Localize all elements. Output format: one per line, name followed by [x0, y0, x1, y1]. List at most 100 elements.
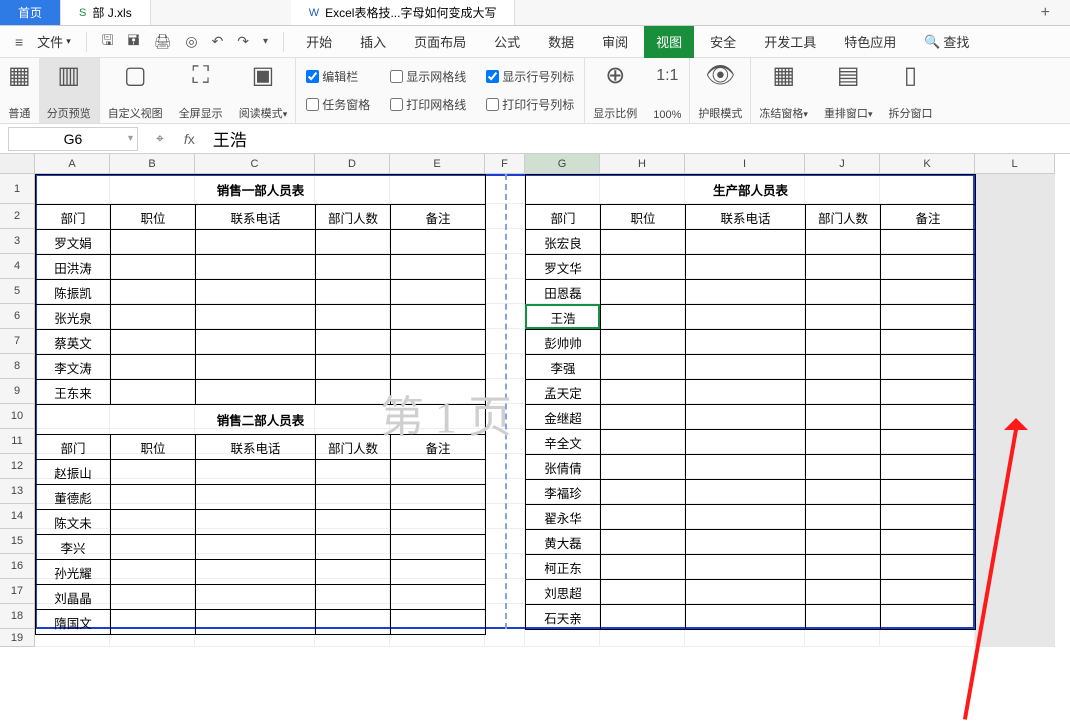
ribbon-checks-1: 编辑栏 任务窗格 — [296, 58, 380, 123]
row-header-2[interactable]: 2 — [0, 204, 35, 229]
grid-icon: ▦ — [8, 62, 31, 90]
chk-print[interactable]: 打印网格线 — [390, 96, 466, 113]
row-header-13[interactable]: 13 — [0, 479, 35, 504]
dropdown-icon[interactable]: ▾ — [258, 36, 273, 47]
row-headers: 12345678910111213141516171819 — [0, 174, 35, 647]
view-split[interactable]: ▯拆分窗口 — [880, 58, 940, 123]
col-header-E[interactable]: E — [390, 154, 485, 174]
col-header-J[interactable]: J — [805, 154, 880, 174]
row-header-9[interactable]: 9 — [0, 379, 35, 404]
rearrange-icon: ▤ — [837, 62, 860, 90]
save-icon[interactable]: 🖫 — [97, 30, 119, 54]
chk-rowcol[interactable]: 显示行号列标 — [486, 68, 574, 85]
grid[interactable]: 销售一部人员表部门职位联系电话部门人数备注罗文娟田洪涛陈振凯张光泉蔡英文李文涛王… — [35, 174, 1055, 647]
row-header-5[interactable]: 5 — [0, 279, 35, 304]
row-header-4[interactable]: 4 — [0, 254, 35, 279]
col-header-I[interactable]: I — [685, 154, 805, 174]
row-header-6[interactable]: 6 — [0, 304, 35, 329]
column-headers: ABCDEFGHIJKL — [35, 154, 1055, 174]
chk-task[interactable]: 任务窗格 — [306, 96, 370, 113]
view-pagebreak[interactable]: ▥分页预览 — [39, 58, 99, 123]
view-freeze[interactable]: ▦冻结窗格▾ — [751, 58, 816, 123]
redo-icon[interactable]: ↷ — [232, 33, 254, 50]
col-header-F[interactable]: F — [485, 154, 525, 174]
tab-add[interactable]: + — [1021, 0, 1070, 25]
ratio-icon: 1:1 — [656, 62, 678, 90]
view-zoom[interactable]: ⊕显示比例 — [585, 58, 645, 123]
row-header-14[interactable]: 14 — [0, 504, 35, 529]
chevron-down-icon: ▾ — [128, 133, 133, 144]
lookup-icon[interactable]: ⌖ — [146, 130, 174, 147]
menu-insert[interactable]: 插入 — [348, 26, 398, 58]
chk-grid[interactable]: 显示网格线 — [390, 68, 466, 85]
col-header-A[interactable]: A — [35, 154, 110, 174]
name-box-value: G6 — [64, 131, 83, 147]
row-header-15[interactable]: 15 — [0, 529, 35, 554]
tab-file-1-label: 部 J.xls — [92, 4, 131, 21]
main-menu: ≡ 文件▾ 🖫 🖬 🖨 ◎ ↶ ↷ ▾ 开始 插入 页面布局 公式 数据 审阅 … — [0, 26, 1070, 58]
view-read[interactable]: ▣阅读模式▾ — [231, 58, 296, 123]
row-header-3[interactable]: 3 — [0, 229, 35, 254]
menu-view[interactable]: 视图 — [644, 26, 694, 58]
row-header-16[interactable]: 16 — [0, 554, 35, 579]
select-all-corner[interactable] — [0, 154, 35, 174]
doc-icon: W — [309, 7, 319, 19]
row-header-7[interactable]: 7 — [0, 329, 35, 354]
view-custom[interactable]: ▢自定义视图 — [100, 58, 171, 123]
tab-home[interactable]: 首页 — [0, 0, 61, 25]
row-header-1[interactable]: 1 — [0, 174, 35, 204]
menu-file[interactable]: 文件▾ — [32, 32, 76, 51]
document-tabs: 首页 S 部 J.xls W Excel表格技...字母如何变成大写 + — [0, 0, 1070, 26]
zoom-icon: ⊕ — [605, 62, 625, 90]
row-header-8[interactable]: 8 — [0, 354, 35, 379]
formula-input[interactable]: 王浩 — [205, 124, 1070, 153]
name-box[interactable]: G6 ▾ — [8, 127, 138, 151]
print-icon[interactable]: 🖨 — [149, 33, 177, 50]
view-normal[interactable]: ▦普通 — [0, 58, 39, 123]
menu-layout[interactable]: 页面布局 — [402, 26, 478, 58]
row-header-19[interactable]: 19 — [0, 629, 35, 647]
row-header-17[interactable]: 17 — [0, 579, 35, 604]
spreadsheet: ABCDEFGHIJKL 123456789101112131415161718… — [0, 154, 1070, 647]
eye-icon: 👁 — [705, 62, 735, 90]
undo-icon[interactable]: ↶ — [207, 33, 229, 50]
row-header-18[interactable]: 18 — [0, 604, 35, 629]
view-full[interactable]: ⛶全屏显示 — [171, 58, 231, 123]
print-preview-icon[interactable]: ◎ — [180, 33, 202, 50]
col-header-G[interactable]: G — [525, 154, 600, 174]
menu-search[interactable]: 🔍查找 — [912, 26, 981, 58]
row-header-12[interactable]: 12 — [0, 454, 35, 479]
hamburger-icon[interactable]: ≡ — [10, 34, 28, 50]
col-header-L[interactable]: L — [975, 154, 1055, 174]
tab-file-2-label: Excel表格技...字母如何变成大写 — [325, 4, 496, 21]
menu-special[interactable]: 特色应用 — [832, 26, 908, 58]
col-header-D[interactable]: D — [315, 154, 390, 174]
annotation-arrowhead — [1004, 406, 1028, 430]
menu-data[interactable]: 数据 — [536, 26, 586, 58]
menu-formula[interactable]: 公式 — [482, 26, 532, 58]
col-header-K[interactable]: K — [880, 154, 975, 174]
col-header-C[interactable]: C — [195, 154, 315, 174]
xls-icon: S — [79, 7, 86, 19]
col-header-H[interactable]: H — [600, 154, 685, 174]
custom-view-icon: ▢ — [124, 62, 147, 90]
col-header-B[interactable]: B — [110, 154, 195, 174]
save-as-icon[interactable]: 🖬 — [123, 30, 145, 54]
fx-icon[interactable]: fx — [174, 131, 205, 147]
tab-file-1[interactable]: S 部 J.xls — [61, 0, 151, 25]
row-header-10[interactable]: 10 — [0, 404, 35, 429]
view-100[interactable]: 1:1100% — [645, 58, 689, 123]
chk-formula[interactable]: 编辑栏 — [306, 68, 370, 85]
freeze-icon: ▦ — [772, 62, 795, 90]
menu-secure[interactable]: 安全 — [698, 26, 748, 58]
menu-dev[interactable]: 开发工具 — [752, 26, 828, 58]
view-rearrange[interactable]: ▤重排窗口▾ — [816, 58, 881, 123]
view-eye[interactable]: 👁护眼模式 — [690, 58, 750, 123]
menu-start[interactable]: 开始 — [294, 26, 344, 58]
ribbon-checks-3: 显示行号列标 打印行号列标 — [476, 58, 584, 123]
row-header-11[interactable]: 11 — [0, 429, 35, 454]
tab-file-2[interactable]: W Excel表格技...字母如何变成大写 — [291, 0, 516, 25]
menu-review[interactable]: 审阅 — [590, 26, 640, 58]
view-ribbon: ▦普通 ▥分页预览 ▢自定义视图 ⛶全屏显示 ▣阅读模式▾ 编辑栏 任务窗格 显… — [0, 58, 1070, 124]
chk-prowcol[interactable]: 打印行号列标 — [486, 96, 574, 113]
